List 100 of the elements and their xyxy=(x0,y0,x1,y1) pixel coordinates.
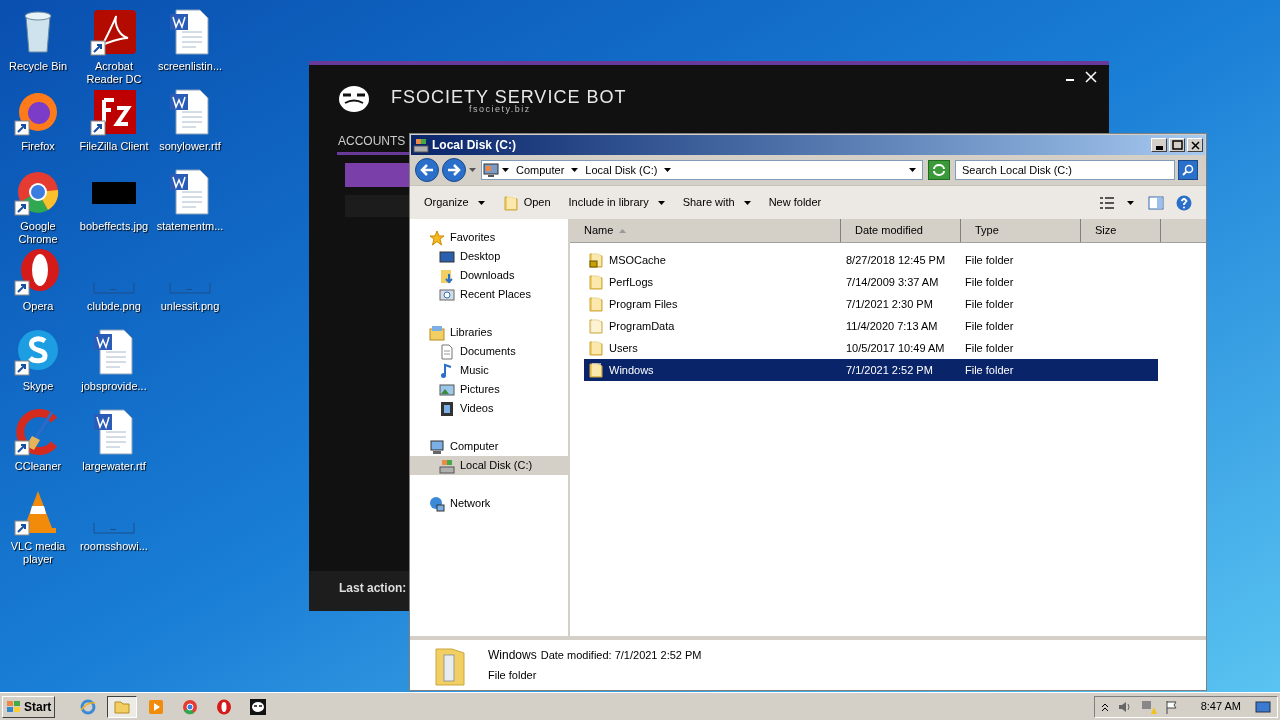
download-folder-icon xyxy=(439,267,455,284)
address-bar[interactable]: Computer Local Disk (C:) xyxy=(481,160,923,180)
icon-label[interactable]: sonylower.rtf xyxy=(153,140,227,153)
back-button[interactable] xyxy=(415,158,439,182)
document-icon xyxy=(439,343,455,360)
type-cell-text: File folder xyxy=(964,296,1015,312)
taskbar-app[interactable] xyxy=(107,695,138,718)
mask-icon xyxy=(250,698,267,715)
nav-item[interactable]: Documents xyxy=(410,342,568,361)
file-row[interactable]: Users 10/5/2017 10:49 AM File folder xyxy=(584,337,1158,359)
folder-icon xyxy=(588,362,604,378)
nav-item[interactable]: Pictures xyxy=(410,380,568,399)
icon-label[interactable]: Acrobat Reader DC xyxy=(77,60,151,86)
date-cell-text: 10/5/2017 10:49 AM xyxy=(845,340,946,356)
browser-globe-icon xyxy=(182,698,199,715)
file-row[interactable]: Windows 7/1/2021 2:52 PM File folder xyxy=(584,359,1158,381)
caret-icon xyxy=(657,200,665,205)
caret-icon xyxy=(469,168,476,172)
help-icon xyxy=(1176,194,1192,211)
monitor-icon xyxy=(439,248,455,265)
type-cell-text: File folder xyxy=(964,252,1015,268)
maximize-icon xyxy=(1170,139,1184,151)
windows-logo-icon xyxy=(6,699,22,714)
column-header[interactable]: Type xyxy=(961,219,1081,242)
view-options-icon xyxy=(1099,195,1115,210)
caret-icon xyxy=(909,168,916,172)
file-row[interactable]: MSOCache 8/27/2018 12:45 PM File folder xyxy=(584,249,1158,271)
close-icon[interactable] xyxy=(1085,71,1097,83)
nav-item[interactable]: Downloads xyxy=(410,266,568,285)
icon-label[interactable]: Firefox xyxy=(1,140,75,153)
icon-label[interactable]: Skype xyxy=(1,380,75,393)
column-header[interactable]: Name xyxy=(570,219,841,242)
nav-item[interactable]: Videos xyxy=(410,399,568,418)
nav-item[interactable]: Recent Places xyxy=(410,285,568,304)
speaker-icon xyxy=(1116,699,1133,714)
icon-label[interactable]: largewater.rtf xyxy=(77,460,151,473)
icon-label[interactable]: VLC media player xyxy=(1,540,75,566)
icon-label[interactable]: unlessit.png xyxy=(153,300,227,313)
icon-label[interactable]: Recycle Bin xyxy=(1,60,75,73)
column-header[interactable]: Date modified xyxy=(841,219,961,242)
details-date: Date modified: 7/1/2021 2:52 PM xyxy=(540,648,702,664)
nav-item[interactable]: Network xyxy=(410,494,568,513)
breadcrumb-item[interactable]: Local Disk (C:) xyxy=(581,161,662,179)
network-warning-icon xyxy=(1140,698,1157,715)
maximize-button[interactable] xyxy=(1169,138,1185,152)
refresh-icon xyxy=(932,164,946,176)
icon-label[interactable]: statementm... xyxy=(153,220,227,233)
refresh-button[interactable] xyxy=(928,160,950,180)
pdf-document-icon xyxy=(90,8,138,56)
nav-item[interactable]: Libraries xyxy=(410,323,568,342)
search-icon xyxy=(1182,164,1194,176)
nav-item[interactable]: Favorites xyxy=(410,228,568,247)
computer-icon xyxy=(483,162,499,178)
icon-label[interactable]: roomsshowi... xyxy=(77,540,151,553)
icon-label[interactable]: screenlistin... xyxy=(153,60,227,73)
file-row[interactable]: PerfLogs 7/14/2009 3:37 AM File folder xyxy=(584,271,1158,293)
minimize-button[interactable] xyxy=(1151,138,1167,152)
app-subtitle: fsociety.biz xyxy=(469,104,531,114)
icon-label[interactable]: CCleaner xyxy=(1,460,75,473)
folder-icon xyxy=(588,274,604,290)
file-name: ProgramData xyxy=(609,318,675,334)
nav-item[interactable]: Computer xyxy=(410,437,568,456)
icon-label[interactable]: bobeffects.jpg xyxy=(77,220,151,233)
file-row[interactable]: Program Files 7/1/2021 2:30 PM File folder xyxy=(584,293,1158,315)
folder-icon xyxy=(588,318,604,334)
date-cell-text: 7/14/2009 3:37 AM xyxy=(845,274,940,290)
icon-label[interactable]: jobsprovide... xyxy=(77,380,151,393)
column-header[interactable]: Size xyxy=(1081,219,1161,242)
drive-icon xyxy=(439,457,455,474)
clock[interactable]: 8:47 AM xyxy=(1200,698,1241,715)
file-row[interactable]: ProgramData 11/4/2020 7:13 AM File folder xyxy=(584,315,1158,337)
star-icon xyxy=(429,229,445,246)
accounts-tab[interactable]: ACCOUNTS xyxy=(338,134,406,148)
toolbar-button[interactable]: Share with xyxy=(674,190,759,215)
toolbar-button[interactable]: Include in library xyxy=(560,190,673,215)
close-button[interactable] xyxy=(1187,138,1203,152)
caret-icon xyxy=(502,168,509,172)
breadcrumb-item[interactable]: Computer xyxy=(512,161,569,179)
nav-item[interactable]: Desktop xyxy=(410,247,568,266)
minimize-icon xyxy=(1155,145,1163,150)
icon-label[interactable]: clubde.png xyxy=(77,300,151,313)
icon-label[interactable]: Opera xyxy=(1,300,75,313)
sort-arrow-icon xyxy=(619,228,627,233)
file-name: Users xyxy=(609,340,638,356)
toolbar-button[interactable]: Open xyxy=(494,190,559,215)
nav-item[interactable]: Music xyxy=(410,361,568,380)
caret-icon xyxy=(664,168,672,172)
type-cell-text: File folder xyxy=(964,274,1015,290)
search-field[interactable]: Search Local Disk (C:) xyxy=(955,160,1175,180)
toolbar-button[interactable]: Organize xyxy=(416,190,493,215)
search-button[interactable] xyxy=(1178,160,1198,180)
forward-button[interactable] xyxy=(442,158,466,182)
picture-icon xyxy=(439,381,455,398)
toolbar-button[interactable]: New folder xyxy=(760,190,830,215)
nav-item[interactable]: Local Disk (C:) xyxy=(410,456,568,475)
drive-icon xyxy=(413,137,429,153)
start-button[interactable]: Start xyxy=(2,695,56,718)
icon-label[interactable]: FileZilla Client xyxy=(77,140,151,153)
ring-icon xyxy=(216,698,233,715)
icon-label[interactable]: Google Chrome xyxy=(1,220,75,246)
